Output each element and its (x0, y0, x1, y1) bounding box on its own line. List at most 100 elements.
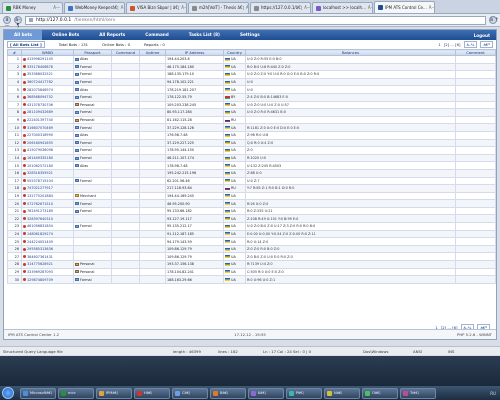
url-field[interactable]: http://127.0.0.1/tienken/html/serv (25, 15, 486, 25)
comment-cell[interactable] (455, 199, 496, 208)
comment-cell[interactable] (455, 214, 496, 224)
table-row[interactable]: 26 295585313636 109.86.129.79 UA Z:0 Z:0 R:0… (7, 244, 496, 254)
pager-pages[interactable]: [2] ... [6] (444, 42, 461, 47)
wmid-cell[interactable]: 747021277917 (21, 184, 74, 193)
wmid-cell[interactable]: 222401397740 (21, 115, 74, 125)
browser-tab[interactable]: https://127.0.0.1/â€¦ Ã— (250, 2, 311, 13)
table-row[interactable]: 4 360724417782 Formal 94.178.102.221 UA U:0 (7, 77, 496, 87)
table-row[interactable]: 30 129874809709 Formal 188.163.29.66 UA R:0 U… (7, 275, 496, 284)
comment-cell[interactable] (455, 275, 496, 284)
table-row[interactable]: 7 431378730706 Personal 109.203.238.245 UA U:… (7, 100, 496, 110)
comment-cell[interactable] (455, 146, 496, 155)
wmid-cell[interactable]: 415079036098 (21, 146, 74, 155)
tab-close-icon[interactable]: Ã— (121, 3, 124, 13)
comment-cell[interactable] (455, 191, 496, 201)
browser-tab[interactable]: localhost >> localh...Ã— (312, 2, 373, 13)
wmid-cell[interactable]: 316607070469 (21, 123, 74, 132)
pager-select[interactable]: â–¾ (463, 41, 478, 48)
wmid-cell[interactable]: 384607361431 (21, 252, 74, 262)
browser-tab[interactable]: RBK Money Ã— (2, 2, 63, 13)
table-row[interactable]: 1 415996291145 Alias 194.44.203.6 UA U:0 Z:0 … (7, 55, 496, 64)
wmid-cell[interactable]: 282075846974 (21, 85, 74, 94)
comment-cell[interactable] (455, 85, 496, 94)
table-row[interactable]: 2 335176406878 Formal 46.175.184.180 UA R:0 B… (7, 62, 496, 72)
comment-cell[interactable] (455, 267, 496, 277)
comment-cell[interactable] (455, 161, 496, 170)
table-row[interactable]: 13 415079036098 Formal 178.95.144.150 UA Z:0 (7, 146, 496, 155)
logout-link[interactable]: Logout (474, 33, 496, 38)
table-row[interactable]: 10 316607070469 Formal 37.229.128.126 UA R:11… (7, 123, 496, 132)
table-row[interactable]: 20 072762671510 Formal 46.95.200.90 UA R:26 U… (7, 199, 496, 208)
tab-close-icon[interactable]: Ã— (181, 3, 186, 13)
taskbar-button[interactable]: Hâ€¦ (134, 387, 170, 399)
pager-first[interactable]: 1 (438, 42, 440, 47)
wmid-cell[interactable]: 227040318990 (21, 130, 74, 140)
taskbar-button[interactable]: Oâ€¦ (362, 387, 398, 399)
table-row[interactable]: 17 555378719104 Formal 62.201.56.46 UA U:0 Z:… (7, 176, 496, 186)
nav-item[interactable]: All bots (4, 30, 42, 40)
comment-cell[interactable] (455, 153, 496, 163)
wmid-cell[interactable]: 206160941655 (21, 138, 74, 148)
wmid-cell[interactable]: 295585313636 (21, 244, 74, 254)
table-row[interactable]: 6 368568094752 Formal 178.122.55.79 BY Z:4 Z:… (7, 92, 496, 102)
tab-close-icon[interactable]: Ã— (304, 3, 310, 13)
table-row[interactable]: 16 328316355921 195.242.215.196 UA Z:88 U:0 (7, 168, 496, 178)
wmid-cell[interactable]: 782491273189 (21, 206, 74, 216)
forward-icon[interactable]: â–¶ (14, 16, 22, 29)
table-row[interactable]: 8 281109432689 Formal 80.93.117.284 UA U:0 Z:… (7, 108, 496, 117)
wmid-cell[interactable]: 333969287093 (21, 267, 74, 277)
table-row[interactable]: 3 353368032521 Formal 188.135.179.10 UA U:0 Z… (7, 70, 496, 79)
star-icon[interactable]: â˜† (489, 16, 498, 24)
comment-cell[interactable] (455, 176, 496, 186)
wmid-cell[interactable]: 129874809709 (21, 275, 74, 284)
table-row[interactable]: 12 206160941655 Formal 37.229.227.225 UA Q:0 … (7, 138, 496, 148)
wmid-cell[interactable]: 161449335180 (21, 153, 74, 163)
table-row[interactable]: 9 222401397740 Personal 81.162.115.28 RU (7, 115, 496, 125)
table-row[interactable]: 22 328397640310 93.127.19.117 UA Z:108 R:49 … (7, 214, 496, 224)
back-icon[interactable]: â—€ (3, 16, 11, 35)
table-row[interactable]: 5 282075846974 Alias 178.219.181.207 UA U:0 (7, 85, 496, 94)
table-row[interactable]: 23 461056831854 Formal 95.135.212.17 UA U:0 Z… (7, 222, 496, 231)
taskbar-button[interactable]: Trâ€¦ (400, 387, 436, 399)
wmid-cell[interactable]: 281109432689 (21, 108, 74, 117)
table-row[interactable]: 27 384607361431 109.86.129.79 UA Z:0 B:0 Z:0… (7, 252, 496, 262)
wmid-cell[interactable]: 335176406878 (21, 62, 74, 72)
nav-item[interactable]: All Reports (89, 30, 135, 40)
wmid-cell[interactable]: 461056831854 (21, 222, 74, 231)
tab-close-icon[interactable]: Ã— (53, 3, 60, 13)
table-row[interactable]: 11 227040318990 Alias 176.98.7.48 UA Z:98 R:0… (7, 130, 496, 140)
wmid-cell[interactable]: 368568094752 (21, 92, 74, 102)
table-row[interactable]: 24 148061829274 91.112.187.185 UA E:0.00 U:0… (7, 229, 496, 239)
taskbar-button[interactable]: mirc (58, 387, 94, 399)
nav-item[interactable]: Settings (230, 30, 270, 40)
wmid-cell[interactable]: 328397640310 (21, 214, 74, 224)
comment-cell[interactable] (455, 260, 496, 269)
taskbar-button[interactable]: Nâ€¦ (324, 387, 360, 399)
wmid-cell[interactable]: 328316355921 (21, 168, 74, 178)
wmid-cell[interactable]: 431378730706 (21, 100, 74, 110)
table-row[interactable]: 29 333969287093 Personal 178.104.82.241 UA C:… (7, 267, 496, 277)
comment-cell[interactable] (455, 62, 496, 72)
taskbar-button[interactable]: Bâ€¦ (210, 387, 246, 399)
browser-tab[interactable]: WebMoney Keeperâ€¦Ã— (64, 2, 125, 13)
nav-item[interactable]: Command (135, 30, 178, 40)
wmid-cell[interactable]: 148061829274 (21, 229, 74, 239)
start-button[interactable] (2, 387, 14, 399)
wmid-cell[interactable]: 072762671510 (21, 199, 74, 208)
wmid-cell[interactable]: 353368032521 (21, 70, 74, 79)
tab-close-icon[interactable]: Ã— (368, 3, 372, 13)
browser-tab[interactable]: m2h[VolT] - Thesis â€¦Ã— (188, 2, 249, 13)
comment-cell[interactable] (455, 77, 496, 87)
wmid-cell[interactable]: 415996291145 (21, 55, 74, 64)
table-row[interactable]: 15 101062572180 Alias 178.98.7.48 UA U:132 Z:… (7, 161, 496, 170)
nav-item[interactable]: Online Bots (42, 30, 89, 40)
taskbar-button[interactable]: Microsoftâ€¦ (20, 387, 56, 399)
pager-next[interactable]: â€º (480, 41, 493, 48)
nav-item[interactable]: Tasks List (8) (179, 30, 230, 40)
wmid-cell[interactable]: 360724417782 (21, 77, 74, 87)
comment-cell[interactable] (455, 184, 496, 193)
comment-cell[interactable] (455, 115, 496, 125)
wmid-cell[interactable]: 314775628921 (21, 260, 74, 269)
comment-cell[interactable] (455, 168, 496, 178)
comment-cell[interactable] (455, 229, 496, 239)
